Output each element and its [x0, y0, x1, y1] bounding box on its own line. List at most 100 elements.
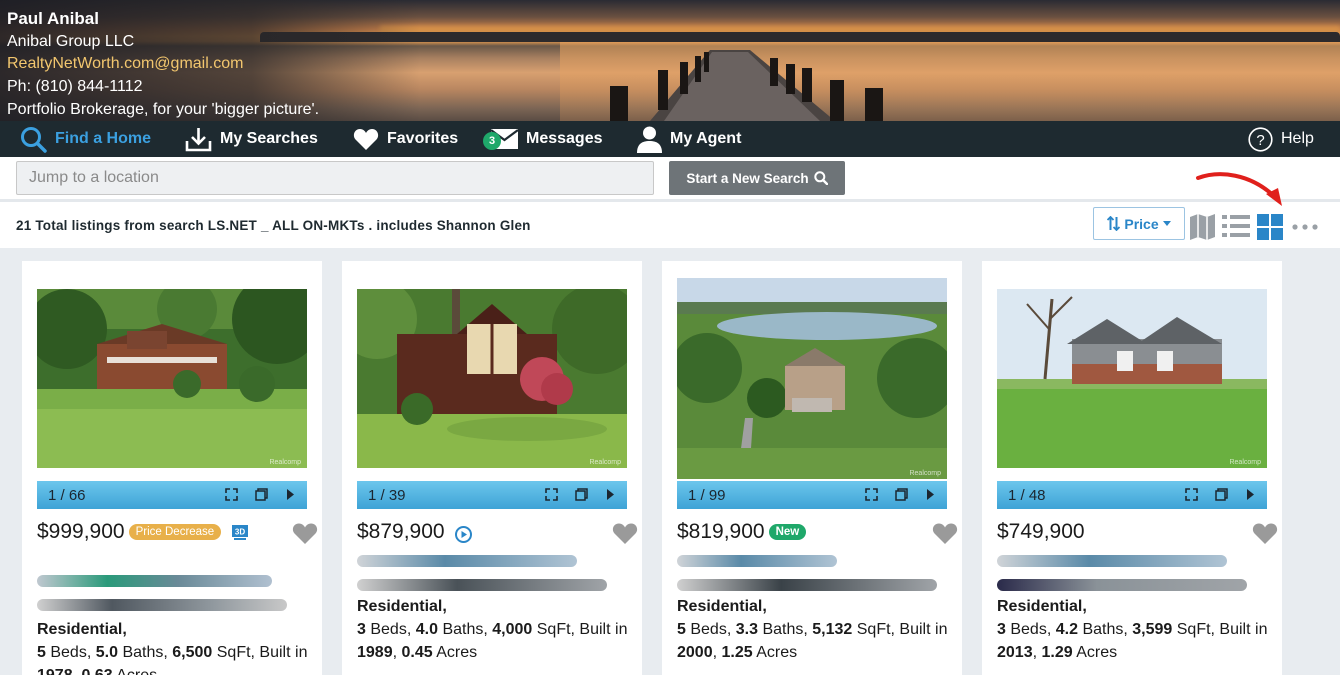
nav-my-searches-label: My Searches: [220, 130, 318, 147]
photo-credit: Realcomp: [909, 470, 941, 477]
baths-value: 5.0: [95, 644, 118, 661]
search-icon: [21, 126, 47, 153]
sqft-label: SqFt, Built: [216, 644, 291, 661]
listing-details: Residential, 3 Beds, 4.0 Baths, 4,000 Sq…: [357, 595, 637, 664]
sqft-value: 6,500: [172, 644, 213, 661]
nav-find-home-label: Find a Home: [55, 130, 152, 147]
agent-info: Paul Anibal Anibal Group LLC RealtyNetWo…: [7, 8, 319, 121]
listing-price-row: $999,900 Price Decrease 3D: [37, 520, 249, 544]
listing-price-row: $819,900 New: [677, 520, 807, 544]
photo-navigation-bar: 1 / 66: [37, 481, 307, 509]
photo-navigation-bar: 1 / 48: [997, 481, 1267, 509]
nav-my-agent-label: My Agent: [670, 130, 742, 147]
house-photo-1: [37, 289, 307, 468]
video-play-icon[interactable]: [454, 525, 472, 543]
annotation-arrow: [1196, 172, 1282, 206]
3d-tour-icon[interactable]: 3D: [231, 524, 249, 540]
search-icon: [813, 171, 828, 185]
sqft-label: SqFt, Built: [536, 621, 611, 638]
start-new-search-label: Start a New Search: [686, 170, 809, 186]
messages-count-badge: 3: [483, 132, 501, 150]
listing-photo[interactable]: Realcomp: [997, 289, 1267, 468]
svg-text:3D: 3D: [235, 528, 245, 537]
listing-price: $999,900: [37, 520, 125, 543]
favorite-heart-icon[interactable]: [292, 523, 318, 545]
svg-text:?: ?: [1256, 132, 1264, 149]
nav-messages[interactable]: 3 Messages: [483, 121, 603, 157]
listing-card[interactable]: Realcomp 1 / 66 $999,900 Price Decrease …: [22, 261, 322, 675]
redacted-address: [997, 555, 1227, 567]
nav-my-agent[interactable]: My Agent: [637, 121, 741, 157]
acres-label: Acres: [1076, 644, 1118, 661]
expand-icon[interactable]: [1185, 488, 1198, 501]
nav-help[interactable]: ? Help: [1248, 121, 1314, 157]
beds-value: 5: [37, 644, 46, 661]
gallery-icon[interactable]: [255, 488, 268, 501]
photo-credit: Realcomp: [589, 459, 621, 466]
beds-value: 3: [357, 621, 366, 638]
listing-price: $879,900: [357, 520, 445, 543]
photo-count: 1 / 66: [48, 486, 86, 504]
built-in-label: in: [615, 621, 628, 638]
gallery-icon[interactable]: [575, 488, 588, 501]
redacted-address: [677, 555, 837, 567]
listing-photo[interactable]: Realcomp: [357, 289, 627, 468]
listing-card[interactable]: Realcomp 1 / 39 $879,900 Residential, 3 …: [342, 261, 642, 675]
acres-value: 0.45: [401, 644, 433, 661]
listing-photo[interactable]: Realcomp: [37, 289, 307, 468]
agent-email-link[interactable]: RealtyNetWorth.com@gmail.com: [7, 53, 319, 76]
grid-view-icon[interactable]: [1257, 214, 1284, 241]
property-type: Residential,: [357, 598, 447, 615]
beds-value: 5: [677, 621, 686, 638]
built-in-label: in: [295, 644, 308, 661]
listing-details: Residential, 3 Beds, 4.2 Baths, 3,599 Sq…: [997, 595, 1277, 664]
property-type: Residential,: [677, 598, 767, 615]
baths-value: 4.0: [415, 621, 438, 638]
redacted-address: [37, 575, 272, 587]
gallery-icon[interactable]: [895, 488, 908, 501]
listing-price-row: $749,900: [997, 520, 1085, 544]
nav-my-searches[interactable]: My Searches: [185, 121, 318, 157]
baths-label: Baths,: [1082, 621, 1128, 638]
expand-icon[interactable]: [865, 488, 878, 501]
map-view-icon[interactable]: [1189, 214, 1216, 240]
more-options-icon[interactable]: [1292, 224, 1318, 230]
photo-credit: Realcomp: [1229, 459, 1261, 466]
favorite-heart-icon[interactable]: [1252, 523, 1278, 545]
play-slideshow-icon[interactable]: [926, 488, 935, 501]
sqft-value: 3,599: [1132, 621, 1173, 638]
baths-label: Baths,: [122, 644, 168, 661]
nav-favorites[interactable]: Favorites: [353, 121, 458, 157]
nav-messages-label: Messages: [526, 130, 603, 147]
listing-card[interactable]: Realcomp 1 / 99 $819,900 New Residential…: [662, 261, 962, 675]
year-built-value: 2000: [677, 644, 713, 661]
location-search-input[interactable]: [16, 161, 654, 195]
listing-photo[interactable]: Realcomp: [677, 278, 947, 479]
acres-value: 1.25: [721, 644, 753, 661]
expand-icon[interactable]: [225, 488, 238, 501]
favorite-heart-icon[interactable]: [932, 523, 958, 545]
expand-icon[interactable]: [545, 488, 558, 501]
sort-price-dropdown[interactable]: Price: [1093, 207, 1185, 240]
favorite-heart-icon[interactable]: [612, 523, 638, 545]
beds-label: Beds,: [690, 621, 732, 638]
sqft-label: SqFt, Built: [1176, 621, 1251, 638]
list-view-icon[interactable]: [1222, 214, 1250, 238]
results-summary: 21 Total listings from search LS.NET _ A…: [16, 218, 531, 233]
play-slideshow-icon[interactable]: [1246, 488, 1255, 501]
gallery-icon[interactable]: [1215, 488, 1228, 501]
listing-price: $749,900: [997, 520, 1085, 543]
photo-navigation-bar: 1 / 39: [357, 481, 627, 509]
sort-price-label: Price: [1124, 215, 1159, 232]
nav-find-home[interactable]: Find a Home: [20, 121, 151, 157]
year-built-value: 2013: [997, 644, 1033, 661]
start-new-search-button[interactable]: Start a New Search: [669, 161, 845, 195]
heart-icon: [353, 128, 379, 150]
play-slideshow-icon[interactable]: [286, 488, 295, 501]
baths-label: Baths,: [762, 621, 808, 638]
property-type: Residential,: [37, 621, 127, 638]
play-slideshow-icon[interactable]: [606, 488, 615, 501]
baths-label: Baths,: [442, 621, 488, 638]
results-toolbar: 21 Total listings from search LS.NET _ A…: [0, 202, 1340, 248]
listing-card[interactable]: Realcomp 1 / 48 $749,900 Residential, 3 …: [982, 261, 1282, 675]
